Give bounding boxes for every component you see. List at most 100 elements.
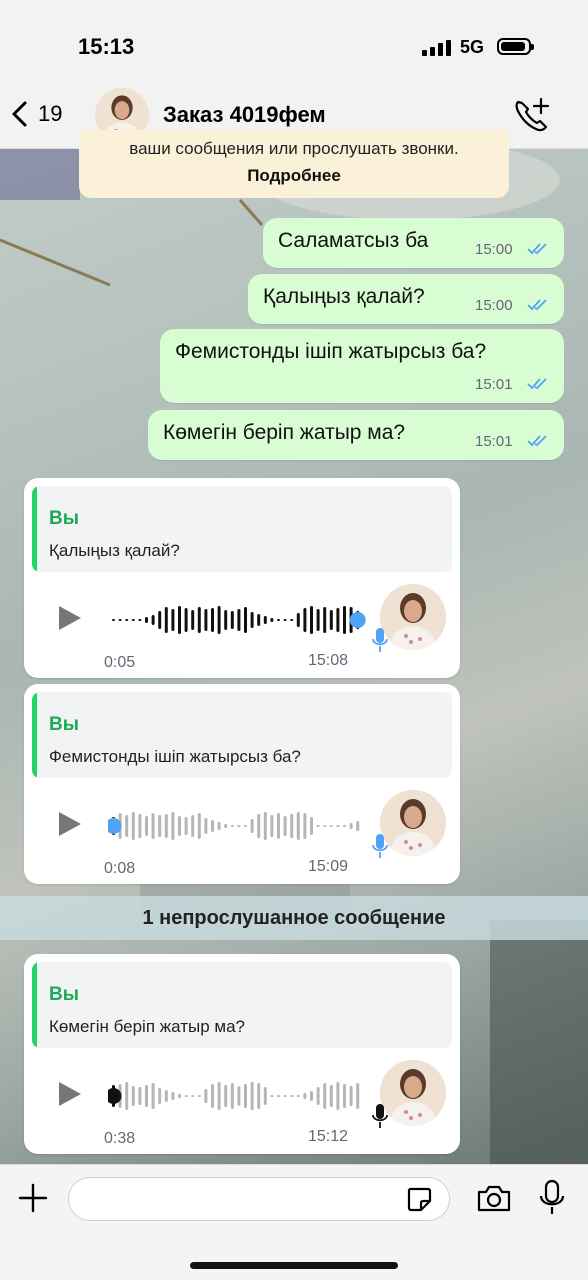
waveform-bar [211, 1084, 214, 1108]
message-input[interactable] [68, 1177, 450, 1221]
waveform-bar [191, 610, 195, 630]
message-bubble[interactable]: Фемистонды ішіп жатырсыз ба? 15:01 [160, 329, 564, 403]
waveform-bar [131, 812, 135, 840]
quote-author: Вы [49, 984, 79, 1005]
waveform-bar [290, 619, 294, 621]
waveform-bar [217, 1082, 221, 1110]
waveform-bar [336, 825, 340, 827]
waveform-bar [290, 1095, 294, 1097]
waveform-bar [171, 609, 175, 631]
waveform[interactable] [108, 1076, 368, 1116]
waveform-bar [145, 816, 148, 836]
voice-duration: 0:05 [104, 654, 136, 671]
message-bubble[interactable]: Саламатсыз ба 15:00 [263, 218, 564, 268]
play-icon[interactable] [57, 1080, 83, 1108]
microphone-icon[interactable] [538, 1179, 566, 1217]
waveform-bar [356, 1083, 360, 1109]
back-button[interactable]: 19 [10, 100, 62, 128]
waveform-bar [303, 608, 307, 632]
waveform[interactable] [108, 600, 368, 640]
waveform-bar [244, 825, 247, 827]
waveform-bar [257, 1083, 261, 1109]
waveform-bar [329, 825, 333, 827]
waveform-bar [343, 606, 346, 634]
waveform-bar [158, 611, 162, 629]
waveform-bar [145, 617, 148, 623]
notice-more-link[interactable]: Подробнее [79, 166, 509, 186]
waveform-bar [296, 1095, 300, 1097]
waveform-bar [204, 818, 208, 834]
message-bubble[interactable]: Көмегін беріп жатыр ма? 15:01 [148, 410, 564, 460]
message-time: 15:12 [308, 1128, 349, 1145]
waveform-bar [277, 813, 280, 839]
waveform-bar [263, 616, 267, 624]
sticker-icon[interactable] [405, 1185, 433, 1213]
waveform-bar [250, 612, 254, 628]
chat-screen: 15:13 5G 19 Заказ 4019фем ваши сообщения… [0, 0, 588, 1280]
waveform-bar [296, 812, 300, 840]
quoted-message[interactable]: Вы Көмегін беріп жатыр ма? [32, 962, 452, 1048]
waveform-bar [171, 1092, 175, 1100]
quote-bar [32, 962, 37, 1048]
quote-text: Көмегін беріп жатыр ма? [49, 1017, 245, 1036]
microphone-icon [372, 1104, 388, 1128]
waveform-bar [230, 1083, 234, 1109]
waveform-bar [277, 619, 280, 621]
waveform-bar [237, 609, 241, 631]
voice-duration: 0:38 [104, 1130, 136, 1147]
waveform-bar [303, 813, 307, 839]
battery-icon [497, 38, 534, 55]
waveform-bar [184, 608, 188, 632]
message-text: Фемистонды ішіп жатырсыз ба? [175, 340, 487, 363]
waveform-bar [244, 1084, 247, 1108]
waveform-bar [257, 614, 261, 626]
waveform-bar [224, 824, 228, 828]
waveform-bar [303, 1093, 307, 1099]
waveform-bar [250, 1082, 254, 1110]
waveform-bar [296, 613, 300, 627]
notice-text: ваши сообщения или прослушать звонки. [129, 139, 459, 158]
waveform-bar [138, 619, 142, 621]
quote-bar [32, 692, 37, 778]
plus-icon[interactable] [16, 1181, 50, 1215]
waveform-bar [270, 618, 274, 622]
waveform-bar [277, 1095, 280, 1097]
waveform-bar [151, 615, 155, 625]
status-time: 15:13 [78, 34, 135, 59]
waveform-bar [217, 822, 221, 830]
waveform-bar [178, 606, 181, 634]
waveform-bar [250, 819, 254, 833]
waveform-bar [283, 1095, 287, 1097]
unread-banner: 1 непрослушанное сообщение [0, 896, 588, 940]
voice-message[interactable]: Вы Фемистонды ішіп жатырсыз ба? 0:08 15:… [24, 684, 460, 884]
voice-message[interactable]: Вы Қалыңыз қалай? 0:05 15:08 [24, 478, 460, 678]
waveform[interactable] [108, 806, 368, 846]
waveform-bar [125, 619, 129, 621]
read-ticks-icon [527, 378, 547, 390]
waveform-bar [316, 1087, 320, 1105]
play-icon[interactable] [57, 604, 83, 632]
waveform-bar [131, 619, 135, 621]
play-icon[interactable] [57, 810, 83, 838]
avatar-photo [380, 790, 446, 856]
quoted-message[interactable]: Вы Қалыңыз қалай? [32, 486, 452, 572]
quote-bar [32, 486, 37, 572]
message-time: 15:01 [475, 376, 513, 393]
quoted-message[interactable]: Вы Фемистонды ішіп жатырсыз ба? [32, 692, 452, 778]
sender-avatar [380, 1060, 446, 1126]
quote-text: Қалыңыз қалай? [49, 541, 180, 560]
camera-icon[interactable] [476, 1183, 512, 1213]
add-call-icon[interactable] [512, 96, 552, 132]
waveform-bar [224, 1085, 228, 1107]
waveform-bar [310, 606, 313, 634]
unread-chats-count: 19 [38, 101, 63, 126]
waveform-bar [164, 607, 168, 633]
waveform-bar [323, 825, 327, 827]
message-bubble[interactable]: Қалыңыз қалай? 15:00 [248, 274, 564, 324]
playback-position-dot[interactable] [349, 612, 366, 628]
signal-icon [422, 40, 451, 56]
voice-message[interactable]: Вы Көмегін беріп жатыр ма? 0:38 15:12 [24, 954, 460, 1154]
home-indicator [190, 1262, 398, 1269]
waveform-bar [224, 610, 228, 630]
waveform-bar [158, 815, 162, 837]
